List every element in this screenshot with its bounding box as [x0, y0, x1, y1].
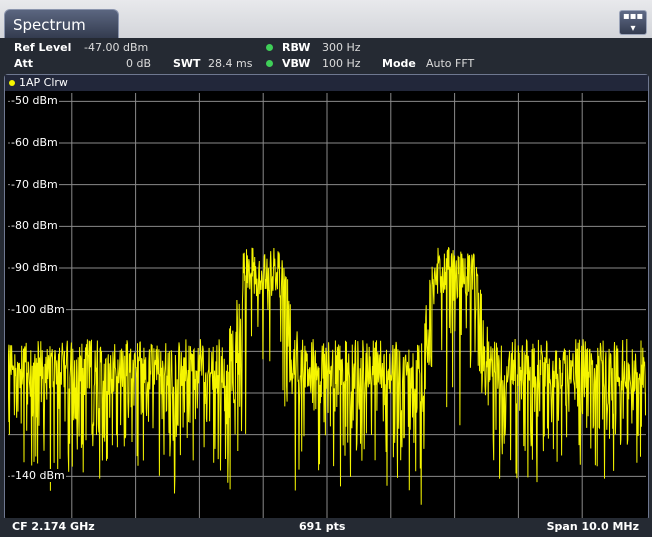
tab-spectrum[interactable]: Spectrum — [4, 9, 119, 39]
vbw-status-indicator — [266, 60, 273, 67]
center-frequency[interactable]: CF 2.174 GHz — [12, 520, 95, 533]
ref-level-value: -47.00 dBm — [84, 41, 149, 54]
status-bar: CF 2.174 GHz 691 pts Span 10.0 MHz — [4, 518, 649, 535]
swt-value: 28.4 ms — [208, 57, 253, 70]
rbw-status-indicator — [266, 44, 273, 51]
menu-button[interactable]: ▪▪▪ ▾ — [619, 10, 647, 35]
swt-label: SWT — [173, 57, 201, 70]
spectrum-plot[interactable] — [8, 93, 646, 518]
trace-indicator-icon — [9, 80, 15, 86]
vbw-label: VBW — [282, 57, 311, 70]
title-bar: Spectrum ▪▪▪ ▾ — [0, 0, 652, 39]
trace-label[interactable]: 1AP Clrw — [19, 76, 68, 89]
settings-bar: Ref Level -47.00 dBm Att 0 dB SWT 28.4 m… — [0, 38, 652, 74]
rbw-label: RBW — [282, 41, 311, 54]
y-tick-label: -80 dBm — [10, 219, 59, 233]
trace-header: 1AP Clrw — [5, 75, 648, 91]
y-tick-label: -50 dBm — [10, 94, 59, 108]
tab-label: Spectrum — [13, 16, 86, 34]
att-label: Att — [14, 57, 34, 70]
att-value: 0 dB — [126, 57, 152, 70]
y-tick-label: -70 dBm — [10, 177, 59, 191]
y-tick-label: -60 dBm — [10, 136, 59, 149]
ref-level-label: Ref Level — [14, 41, 72, 54]
y-tick-label: -100 dBm — [10, 302, 66, 316]
span[interactable]: Span 10.0 MHz — [547, 520, 639, 533]
rbw-value: 300 Hz — [322, 41, 361, 54]
vbw-value: 100 Hz — [322, 57, 361, 70]
mode-label: Mode — [382, 57, 416, 70]
mode-value: Auto FFT — [426, 57, 475, 70]
y-tick-label: -140 dBm — [10, 469, 66, 483]
spectrum-analyzer-window: Spectrum ▪▪▪ ▾ Ref Level -47.00 dBm Att 0… — [0, 0, 652, 537]
y-tick-label: -90 dBm — [10, 261, 59, 274]
sweep-points[interactable]: 691 pts — [299, 520, 345, 533]
menu-icon: ▪▪▪ ▾ — [622, 11, 644, 34]
